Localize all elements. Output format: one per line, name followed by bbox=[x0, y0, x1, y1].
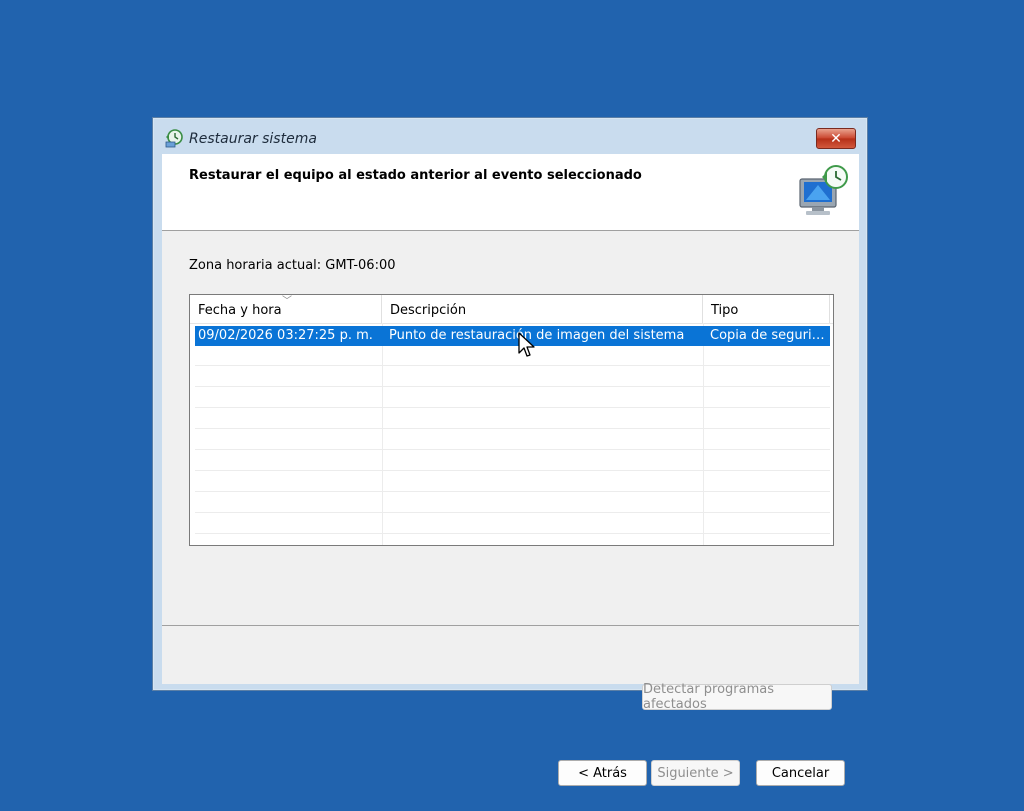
restore-computer-icon bbox=[799, 165, 848, 215]
restore-points-list[interactable]: ﹀ Fecha y hora Descripción Tipo 09/02/20… bbox=[189, 294, 834, 546]
column-header-date-label: Fecha y hora bbox=[198, 303, 282, 318]
table-row-selected[interactable]: 09/02/2026 03:27:25 p. m. Punto de resta… bbox=[195, 326, 830, 346]
cancel-button[interactable]: Cancelar bbox=[756, 760, 845, 786]
next-button[interactable]: Siguiente > bbox=[651, 760, 740, 786]
column-header-date[interactable]: ﹀ Fecha y hora bbox=[190, 295, 382, 323]
restore-window: Restaurar sistema ✕ Restaurar el equipo … bbox=[152, 117, 868, 786]
column-header-type-label: Tipo bbox=[711, 303, 739, 318]
table-row bbox=[195, 493, 830, 513]
table-row bbox=[195, 514, 830, 534]
table-row bbox=[195, 388, 830, 408]
table-row bbox=[195, 472, 830, 492]
mouse-pointer-icon bbox=[518, 332, 535, 357]
table-row bbox=[195, 367, 830, 387]
table-row bbox=[195, 346, 830, 366]
column-header-description-label: Descripción bbox=[390, 303, 467, 318]
table-row bbox=[195, 451, 830, 471]
footer-divider bbox=[162, 625, 859, 626]
sort-desc-icon: ﹀ bbox=[282, 296, 292, 307]
back-button[interactable]: < Atrás bbox=[558, 760, 647, 786]
table-row bbox=[195, 409, 830, 429]
wizard-header: Restaurar el equipo al estado anterior a… bbox=[162, 154, 859, 231]
page-title: Restaurar el equipo al estado anterior a… bbox=[189, 168, 642, 183]
column-header-description[interactable]: Descripción bbox=[382, 295, 703, 323]
system-restore-icon bbox=[165, 129, 183, 148]
cell-description: Punto de restauración de imagen del sist… bbox=[389, 328, 685, 343]
cell-date: 09/02/2026 03:27:25 p. m. bbox=[198, 328, 373, 343]
close-button[interactable]: ✕ bbox=[816, 128, 856, 149]
title-bar[interactable]: Restaurar sistema ✕ bbox=[153, 118, 867, 154]
close-icon: ✕ bbox=[830, 130, 842, 147]
dialog-client: Restaurar el equipo al estado anterior a… bbox=[162, 154, 859, 786]
column-header-type[interactable]: Tipo bbox=[703, 295, 830, 323]
table-row bbox=[195, 430, 830, 450]
timezone-label: Zona horaria actual: GMT-06:00 bbox=[189, 258, 396, 273]
detect-affected-programs-button[interactable]: Detectar programas afectados bbox=[642, 682, 832, 712]
window-title: Restaurar sistema bbox=[189, 131, 317, 147]
list-header: ﹀ Fecha y hora Descripción Tipo bbox=[190, 295, 833, 324]
cell-type: Copia de seguri… bbox=[710, 328, 825, 343]
